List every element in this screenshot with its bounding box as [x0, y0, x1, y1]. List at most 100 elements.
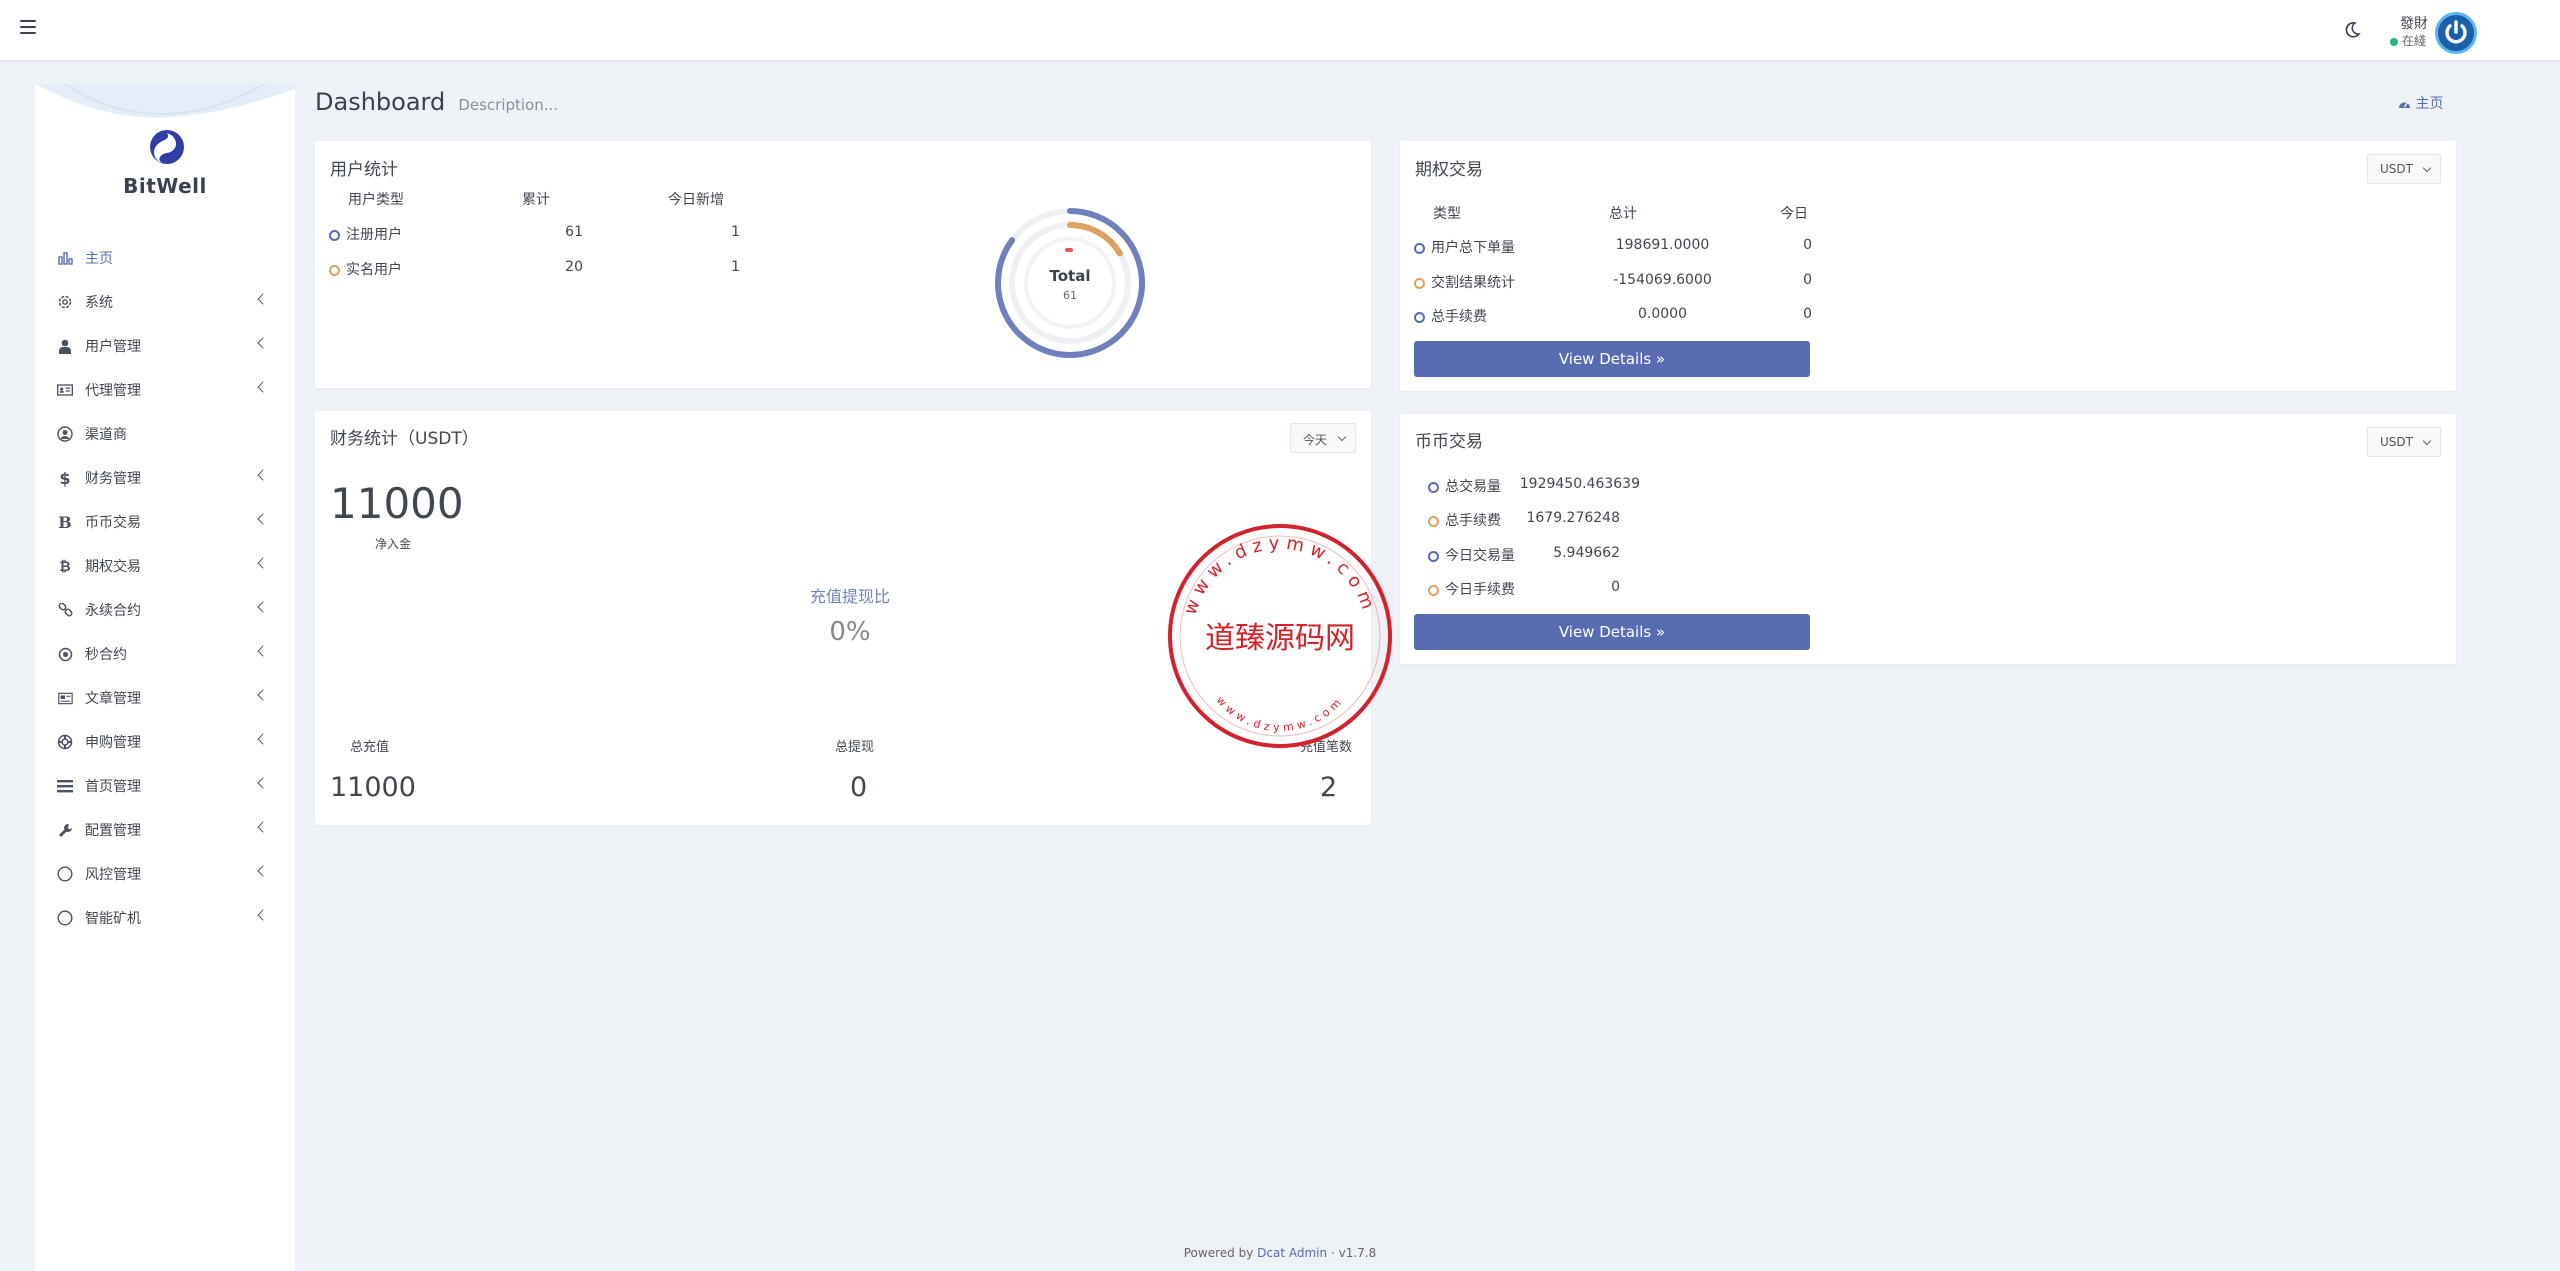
- currency-select[interactable]: USDT: [2367, 427, 2441, 457]
- chevron-left-icon: [257, 733, 269, 745]
- menu-toggle-icon[interactable]: [20, 20, 36, 34]
- sidebar-item-3[interactable]: 代理管理: [35, 368, 295, 412]
- sidebar-item-label: 代理管理: [85, 383, 141, 399]
- watermark-text: 道臻源码网: [1205, 621, 1355, 656]
- status-dot-icon: [1414, 242, 1425, 254]
- footer-version: v1.7.8: [1338, 1246, 1377, 1260]
- breadcrumb-home[interactable]: 主页: [2415, 96, 2443, 112]
- sidebar-nav: 主页系统 用户管理代理管理渠道商 $ 财务管理 B 币币交易 ₿ 期权交易永续合约秒合约 文章管…: [35, 236, 295, 940]
- sidebar-item-15[interactable]: 智能矿机: [35, 896, 295, 940]
- sidebar-item-11[interactable]: 申购管理: [35, 720, 295, 764]
- donut-value: 61: [1063, 289, 1077, 302]
- sidebar-item-12[interactable]: 首页管理: [35, 764, 295, 808]
- coin-stat-value: 1679.276248: [1526, 510, 1620, 526]
- status-dot-icon: [329, 229, 340, 241]
- options-type-label: 交割结果统计: [1431, 275, 1515, 291]
- user-today-value: 1: [731, 259, 740, 275]
- chevron-left-icon: [257, 381, 269, 393]
- sidebar-item-2[interactable]: 用户管理: [35, 324, 295, 368]
- breadcrumb[interactable]: 主页: [2398, 93, 2443, 113]
- options-total-value: 198691.0000: [1615, 237, 1710, 253]
- coin-stat-value: 1929450.463639: [1519, 476, 1640, 492]
- moon-icon[interactable]: [2342, 20, 2362, 40]
- list-item: 今日交易量: [1428, 545, 1515, 565]
- sidebar-item-0[interactable]: 主页: [35, 236, 295, 280]
- chart-bar-icon: [57, 250, 73, 266]
- ratio-value: 0%: [829, 617, 871, 647]
- sidebar-item-9[interactable]: 秒合约: [35, 632, 295, 676]
- list-item: 总交易量: [1428, 476, 1501, 496]
- user-stats-card: 用户统计 用户类型 累计 今日新增 注册用户 61 1 实名用户 20 1 To…: [315, 141, 1371, 388]
- svg-text:www.dzymw.com: www.dzymw.com: [1180, 533, 1381, 618]
- user-status-text: 在綫: [2402, 34, 2427, 48]
- status-dot-icon: [1428, 515, 1439, 527]
- total-deposit-label: 总充值: [350, 740, 390, 755]
- coin-view-details-button[interactable]: View Details »: [1414, 614, 1810, 650]
- user-total-value: 20: [565, 259, 583, 275]
- col-header-total: 累计: [522, 192, 550, 208]
- sidebar-item-14[interactable]: 风控管理: [35, 852, 295, 896]
- page-title: Dashboard: [315, 88, 446, 116]
- user-today-value: 1: [731, 224, 740, 240]
- coin-stat-label: 今日手续费: [1445, 582, 1515, 598]
- circle-icon: [57, 910, 73, 926]
- online-dot-icon: [2390, 37, 2398, 46]
- page-description: Description...: [458, 96, 559, 114]
- brand-name[interactable]: BitWell: [35, 174, 295, 198]
- sidebar-item-6[interactable]: B 币币交易: [35, 500, 295, 544]
- sidebar-item-label: 币币交易: [85, 515, 141, 531]
- coin-stat-label: 总手续费: [1445, 513, 1501, 529]
- donut-label: Total: [1050, 267, 1091, 285]
- total-withdraw-label: 总提现: [835, 740, 875, 755]
- list-icon: [57, 778, 73, 794]
- sidebar-item-label: 财务管理: [85, 471, 141, 487]
- options-view-details-button[interactable]: View Details »: [1414, 341, 1810, 377]
- brand-logo-icon: [150, 130, 184, 164]
- svg-text:www.dzymw.com: www.dzymw.com: [1214, 694, 1347, 735]
- user-name[interactable]: 發財: [2394, 13, 2428, 33]
- bold-b-icon: B: [58, 512, 72, 532]
- net-deposit-label: 净入金: [375, 537, 412, 551]
- bitcoin-icon: ₿: [59, 558, 71, 575]
- options-type-label: 总手续费: [1431, 309, 1487, 325]
- finance-title: 财务统计（USDT）: [330, 429, 479, 449]
- sidebar-item-label: 渠道商: [85, 427, 127, 443]
- sidebar-item-label: 永续合约: [85, 603, 141, 619]
- options-today-value: 0: [1803, 272, 1812, 288]
- footer-dcat-link[interactable]: Dcat Admin: [1257, 1246, 1327, 1260]
- chevron-left-icon: [257, 601, 269, 613]
- sidebar-item-13[interactable]: 配置管理: [35, 808, 295, 852]
- chevron-left-icon: [257, 909, 269, 921]
- col-header-total: 总计: [1609, 206, 1637, 222]
- options-type-label: 用户总下单量: [1431, 240, 1515, 256]
- col-header-today: 今日: [1780, 206, 1808, 222]
- user-circle-icon: [57, 426, 73, 442]
- table-row: 注册用户: [329, 224, 402, 244]
- sidebar-item-label: 主页: [85, 251, 113, 267]
- avatar[interactable]: [2435, 12, 2477, 54]
- watermark-ring-bottom: www.dzymw.com: [1214, 694, 1343, 735]
- sidebar-item-5[interactable]: $ 财务管理: [35, 456, 295, 500]
- chevron-left-icon: [257, 293, 269, 305]
- dollar-icon: $: [59, 468, 71, 488]
- page-header: Dashboard Description...: [315, 88, 558, 116]
- chevron-left-icon: [257, 469, 269, 481]
- currency-select[interactable]: USDT: [2367, 154, 2441, 184]
- status-dot-icon: [329, 264, 340, 276]
- coin-stat-label: 今日交易量: [1445, 548, 1515, 564]
- sidebar-item-8[interactable]: 永续合约: [35, 588, 295, 632]
- options-total-value: 0.0000: [1638, 306, 1687, 322]
- sidebar-item-1[interactable]: 系统: [35, 280, 295, 324]
- chevron-left-icon: [257, 557, 269, 569]
- sidebar-item-7[interactable]: ₿ 期权交易: [35, 544, 295, 588]
- period-select[interactable]: 今天: [1290, 423, 1356, 453]
- net-deposit-value: 11000: [330, 479, 464, 528]
- coin-trade-list: 总交易量 1929450.463639 总手续费 1679.276248 今日交…: [1400, 414, 2000, 614]
- sidebar: BitWell 主页系统 用户管理代理管理渠道商 $ 财务管理 B 币币交易 ₿ 期权交易永续…: [35, 84, 295, 1271]
- sidebar-item-4[interactable]: 渠道商: [35, 412, 295, 456]
- link-icon: [57, 602, 73, 618]
- power-icon: [2445, 20, 2467, 44]
- sidebar-item-10[interactable]: 文章管理: [35, 676, 295, 720]
- sidebar-item-label: 申购管理: [85, 735, 141, 751]
- sidebar-item-label: 首页管理: [85, 779, 141, 795]
